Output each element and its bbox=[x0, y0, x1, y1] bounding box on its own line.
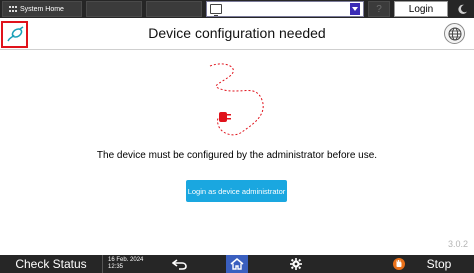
version-number: 3.0.2 bbox=[447, 239, 468, 249]
dropdown-arrow-icon bbox=[350, 3, 360, 15]
home-icon bbox=[230, 258, 244, 270]
monitor-icon bbox=[210, 4, 222, 16]
grid-icon bbox=[9, 6, 17, 12]
plug-icon bbox=[219, 112, 231, 122]
stop-hand-icon bbox=[392, 258, 405, 270]
stop-button[interactable]: Stop bbox=[370, 255, 474, 273]
help-label: ? bbox=[376, 3, 382, 15]
stop-label: Stop bbox=[426, 257, 452, 271]
home-button[interactable] bbox=[226, 255, 248, 273]
check-status-button[interactable]: Check Status bbox=[0, 255, 103, 273]
shortcut-slot-1[interactable] bbox=[86, 1, 142, 17]
system-home-button[interactable]: System Home bbox=[2, 1, 82, 17]
help-button[interactable]: ? bbox=[368, 1, 390, 17]
login-as-admin-label: Login as device administrator bbox=[187, 186, 286, 196]
login-label: Login bbox=[408, 3, 434, 15]
back-arrow-icon bbox=[172, 259, 187, 270]
date-label: 16 Feb. 2024 bbox=[108, 257, 144, 263]
status-dropdown[interactable] bbox=[206, 1, 364, 17]
settings-button[interactable] bbox=[282, 255, 310, 273]
system-bottom-bar: Check Status 16 Feb. 2024 12:35 Stop bbox=[0, 255, 474, 273]
time-label: 12:35 bbox=[108, 264, 124, 270]
moon-icon bbox=[457, 4, 467, 14]
energy-saver-button[interactable] bbox=[455, 2, 469, 16]
language-button[interactable] bbox=[444, 23, 465, 44]
page-title: Device configuration needed bbox=[148, 25, 326, 41]
screen-header: Device configuration needed bbox=[0, 18, 474, 50]
configuration-message: The device must be configured by the adm… bbox=[96, 150, 378, 161]
globe-icon bbox=[448, 27, 461, 40]
back-button[interactable] bbox=[166, 255, 194, 273]
unplugged-cable-illustration bbox=[209, 63, 264, 136]
system-home-label: System Home bbox=[20, 5, 64, 13]
login-button[interactable]: Login bbox=[394, 1, 448, 17]
check-status-label: Check Status bbox=[15, 257, 87, 271]
login-as-admin-button[interactable]: Login as device administrator bbox=[186, 180, 287, 202]
gear-icon bbox=[290, 258, 302, 270]
date-time-display: 16 Feb. 2024 12:35 bbox=[104, 255, 156, 273]
system-top-bar: System Home ? Login bbox=[0, 0, 474, 18]
shortcut-slot-2[interactable] bbox=[146, 1, 202, 17]
